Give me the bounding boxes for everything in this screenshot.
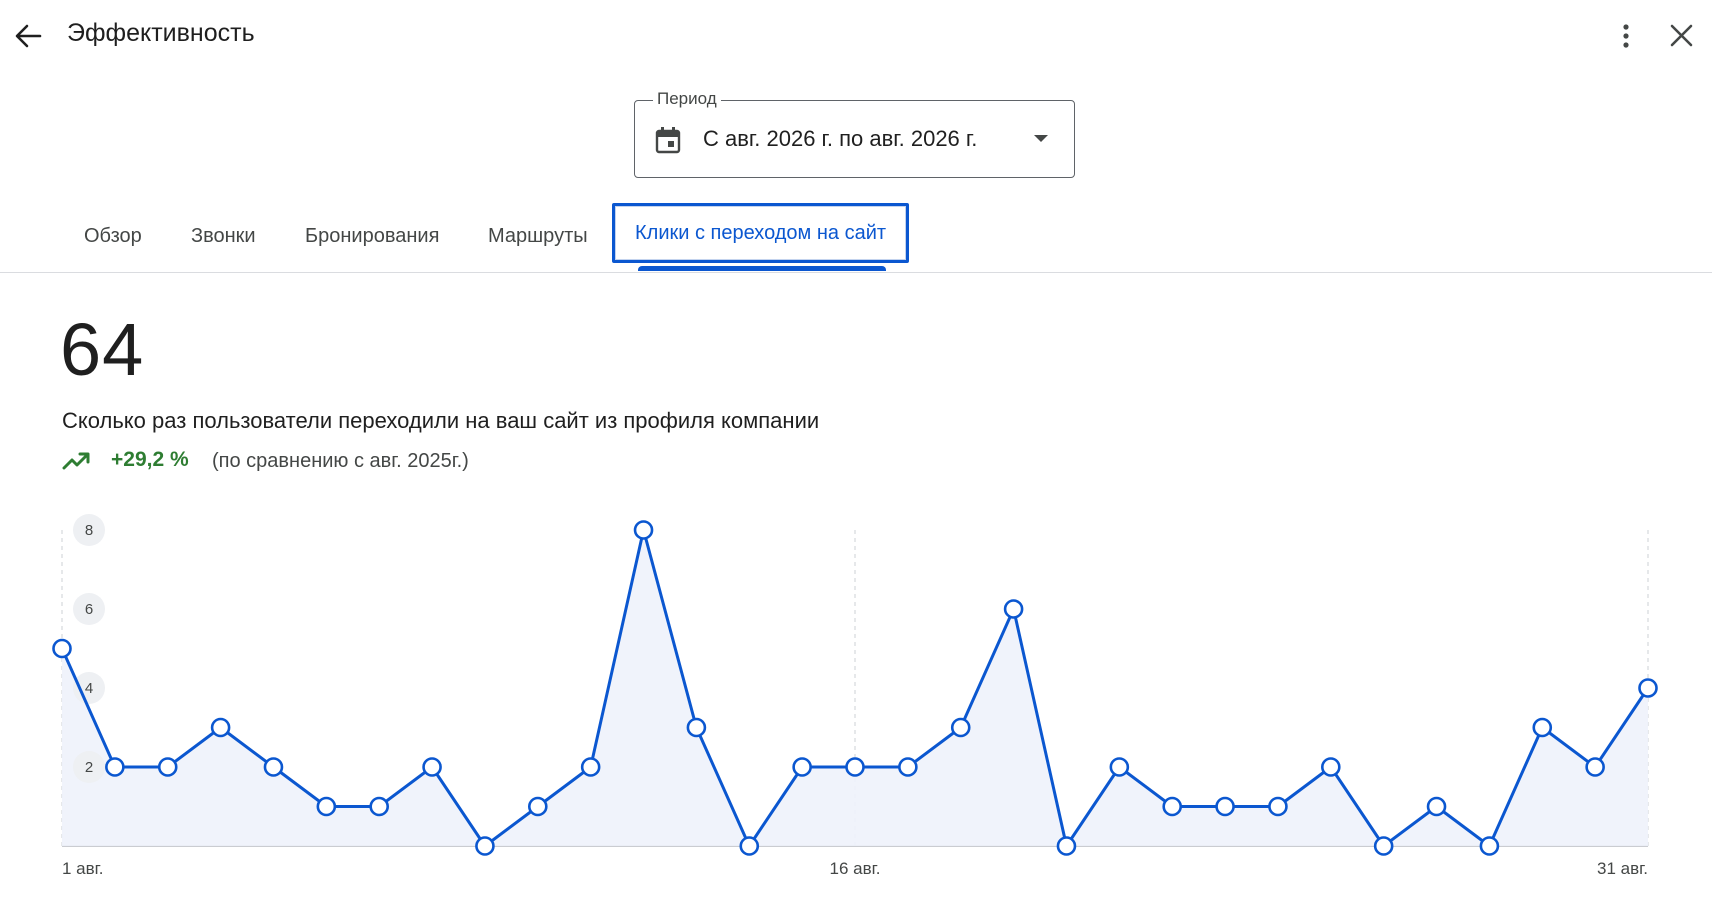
data-point xyxy=(845,757,865,777)
x-tick-label: 31 авг. xyxy=(1597,859,1648,878)
data-point xyxy=(1585,757,1605,777)
trending-up-icon xyxy=(62,452,90,470)
period-selector[interactable]: Период С авг. 2026 г. по авг. 2026 г. xyxy=(634,89,1075,178)
data-point xyxy=(1426,796,1447,817)
tab-bookings[interactable]: Бронирования xyxy=(305,204,439,264)
more-options-button[interactable] xyxy=(1610,18,1646,54)
data-point xyxy=(527,796,548,817)
arrow-back-icon xyxy=(15,24,42,48)
tab-bar: Обзор Звонки Бронирования Маршруты Клики… xyxy=(0,203,1712,273)
change-percent: +29,2 % xyxy=(111,448,189,471)
y-tick-label: 6 xyxy=(85,601,93,618)
data-point xyxy=(1109,757,1130,777)
total-clicks-value: 64 xyxy=(60,308,145,391)
data-point xyxy=(422,757,442,777)
tab-website-clicks[interactable]: Клики с переходом на сайт xyxy=(612,203,910,263)
metric-description: Сколько раз пользователи переходили на в… xyxy=(62,408,820,433)
page-title: Эффективность xyxy=(67,19,255,47)
calendar-icon xyxy=(655,127,681,154)
data-point xyxy=(950,717,971,738)
data-point xyxy=(157,757,178,777)
comparison-text: (по сравнению с авг. 2025г.) xyxy=(212,450,469,472)
tab-overview[interactable]: Обзор xyxy=(84,204,142,264)
tab-calls[interactable]: Звонки xyxy=(191,204,256,264)
period-value: С авг. 2026 г. по авг. 2026 г. xyxy=(703,126,978,151)
back-button[interactable] xyxy=(10,18,46,54)
x-tick-label: 1 авг. xyxy=(62,859,104,878)
y-tick-label: 8 xyxy=(85,522,93,539)
data-point xyxy=(686,717,707,738)
data-point xyxy=(898,757,918,777)
data-point xyxy=(1215,796,1235,817)
data-point xyxy=(633,520,654,540)
data-point xyxy=(739,836,760,856)
data-point xyxy=(316,796,337,817)
data-point xyxy=(1268,796,1288,817)
data-point xyxy=(1162,796,1182,817)
data-point xyxy=(369,796,390,817)
data-point xyxy=(1373,836,1394,856)
close-icon xyxy=(1670,24,1693,47)
more-vert-icon xyxy=(1623,24,1629,48)
data-point xyxy=(52,638,72,659)
tab-routes[interactable]: Маршруты xyxy=(488,204,588,264)
data-point xyxy=(1532,717,1553,738)
data-point xyxy=(1479,836,1500,856)
y-tick-label: 4 xyxy=(85,680,93,697)
period-label: Период xyxy=(653,89,721,109)
data-point xyxy=(1056,836,1077,856)
data-point xyxy=(1003,599,1024,619)
data-point xyxy=(792,757,812,777)
data-point xyxy=(580,757,601,777)
top-bar: Эффективность xyxy=(0,0,1712,72)
data-point xyxy=(1638,678,1658,698)
arrow-drop-down-icon xyxy=(1034,135,1048,142)
data-point xyxy=(475,836,495,856)
data-point xyxy=(263,757,284,777)
chart-area-fill xyxy=(62,530,1648,846)
close-button[interactable] xyxy=(1664,18,1700,54)
data-point xyxy=(210,717,231,738)
y-tick-label: 2 xyxy=(85,759,93,776)
active-tab-indicator xyxy=(638,266,886,271)
x-tick-label: 16 авг. xyxy=(830,859,881,878)
data-point xyxy=(1321,757,1341,777)
data-point xyxy=(105,757,125,777)
clicks-line-chart: 2 4 6 8 1 авг. 16 авг. 31 авг. xyxy=(52,514,1658,878)
